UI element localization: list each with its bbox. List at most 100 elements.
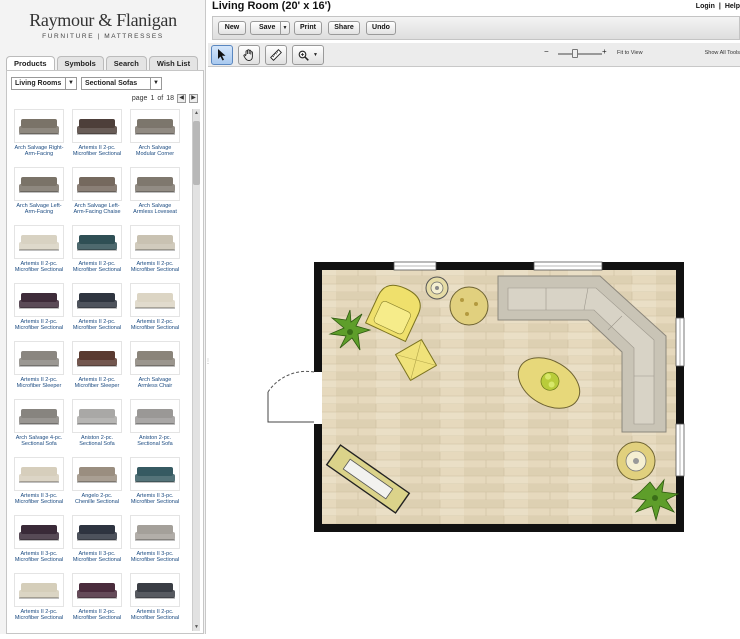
product-caption[interactable]: Artemis II 3-pc. Microfiber Sectional: [69, 551, 125, 564]
product-thumbnail[interactable]: [130, 399, 180, 433]
product-thumbnail[interactable]: [72, 457, 122, 491]
zoom-slider-thumb[interactable]: [572, 49, 578, 58]
product-caption[interactable]: Artemis II 3-pc. Microfiber Sectional: [127, 551, 183, 564]
product-thumbnail[interactable]: [72, 225, 122, 259]
pan-tool-button[interactable]: [238, 45, 260, 65]
product-item[interactable]: Artemis II 3-pc. Microfiber Sectional: [127, 457, 183, 513]
product-scrollbar[interactable]: ▲ ▼: [192, 109, 200, 631]
product-caption[interactable]: Arch Salvage 4-pc. Sectional Sofa: [11, 435, 67, 448]
product-caption[interactable]: Artemis II 2-pc. Microfiber Sectional: [69, 609, 125, 622]
product-thumbnail[interactable]: [130, 167, 180, 201]
window[interactable]: [393, 261, 437, 271]
product-thumbnail[interactable]: [14, 573, 64, 607]
product-item[interactable]: Artemis II 2-pc. Microfiber Sleeper: [69, 341, 125, 397]
side-table[interactable]: [425, 276, 449, 300]
product-thumbnail[interactable]: [130, 341, 180, 375]
tab-symbols[interactable]: Symbols: [56, 56, 104, 70]
scrollbar-thumb[interactable]: [193, 121, 200, 185]
product-item[interactable]: Artemis II 2-pc. Microfiber Sleeper: [11, 341, 67, 397]
room-canvas[interactable]: [208, 68, 740, 639]
floor-plan[interactable]: [208, 68, 740, 634]
product-thumbnail[interactable]: [72, 515, 122, 549]
product-thumbnail[interactable]: [72, 399, 122, 433]
chevron-down-icon[interactable]: ▼: [313, 52, 318, 58]
next-page-icon[interactable]: ▶: [189, 94, 198, 103]
product-caption[interactable]: Artemis II 2-pc. Microfiber Sectional: [127, 609, 183, 622]
product-caption[interactable]: Artemis II 2-pc. Microfiber Sectional: [11, 261, 67, 274]
product-item[interactable]: Arch Salvage Right- Arm-Facing: [11, 109, 67, 165]
product-caption[interactable]: Artemis II 3-pc. Microfiber Sectional: [127, 493, 183, 506]
product-thumbnail[interactable]: [72, 573, 122, 607]
product-thumbnail[interactable]: [130, 573, 180, 607]
product-item[interactable]: Arch Salvage Armless Loveseat: [127, 167, 183, 223]
product-caption[interactable]: Arch Salvage Armless Loveseat: [127, 203, 183, 216]
product-caption[interactable]: Artemis II 2-pc. Microfiber Sectional: [127, 319, 183, 332]
product-thumbnail[interactable]: [72, 341, 122, 375]
product-item[interactable]: Artemis II 3-pc. Microfiber Sectional: [127, 515, 183, 571]
product-thumbnail[interactable]: [130, 109, 180, 143]
brand-logo[interactable]: Raymour & Flanigan FURNITURE | MATTRESSE…: [0, 10, 206, 40]
product-item[interactable]: Artemis II 2-pc. Microfiber Sectional: [11, 573, 67, 629]
product-item[interactable]: Artemis II 2-pc. Microfiber Sectional: [69, 573, 125, 629]
round-table[interactable]: [449, 286, 489, 326]
tab-wish-list[interactable]: Wish List: [148, 56, 199, 70]
product-item[interactable]: Arch Salvage 4-pc. Sectional Sofa: [11, 399, 67, 455]
product-item[interactable]: Artemis II 3-pc. Microfiber Sectional: [11, 515, 67, 571]
product-item[interactable]: Arch Salvage Armless Chair: [127, 341, 183, 397]
fit-to-view-link[interactable]: Fit to View: [617, 50, 643, 56]
product-thumbnail[interactable]: [72, 283, 122, 317]
undo-button[interactable]: Undo: [366, 21, 396, 35]
product-caption[interactable]: Artemis II 2-pc. Microfiber Sleeper: [11, 377, 67, 390]
product-caption[interactable]: Arch Salvage Left- Arm-Facing: [11, 203, 67, 216]
product-caption[interactable]: Artemis II 2-pc. Microfiber Sleeper: [69, 377, 125, 390]
product-thumbnail[interactable]: [130, 457, 180, 491]
product-caption[interactable]: Aniston 2-pc. Sectional Sofa: [127, 435, 183, 448]
product-thumbnail[interactable]: [130, 225, 180, 259]
scroll-up-icon[interactable]: ▲: [193, 109, 200, 117]
window[interactable]: [675, 423, 685, 477]
product-item[interactable]: Artemis II 2-pc. Microfiber Sectional: [127, 225, 183, 281]
product-caption[interactable]: Aniston 2-pc. Sectional Sofa: [69, 435, 125, 448]
select-tool-button[interactable]: [211, 45, 233, 65]
new-button[interactable]: New: [218, 21, 246, 35]
end-table-lamp[interactable]: [616, 441, 656, 481]
product-caption[interactable]: Artemis II 2-pc. Microfiber Sectional: [127, 261, 183, 274]
tab-products[interactable]: Products: [6, 56, 55, 70]
product-item[interactable]: Artemis II 2-pc. Microfiber Sectional: [127, 283, 183, 339]
share-button[interactable]: Share: [328, 21, 360, 35]
product-caption[interactable]: Artemis II 3-pc. Microfiber Sectional: [11, 493, 67, 506]
save-button[interactable]: Save ▼: [250, 21, 290, 35]
product-caption[interactable]: Angelo 2-pc. Chenille Sectional: [69, 493, 125, 506]
show-all-tools-link[interactable]: Show All Tools: [705, 50, 740, 56]
zoom-in-button[interactable]: +: [602, 47, 607, 56]
product-item[interactable]: Artemis II 2-pc. Microfiber Sectional: [127, 573, 183, 629]
measure-tool-button[interactable]: [265, 45, 287, 65]
product-thumbnail[interactable]: [130, 515, 180, 549]
category-select[interactable]: Sectional Sofas ▼: [81, 77, 162, 90]
tab-search[interactable]: Search: [105, 56, 147, 70]
product-thumbnail[interactable]: [130, 283, 180, 317]
product-item[interactable]: Artemis II 3-pc. Microfiber Sectional: [11, 457, 67, 513]
product-item[interactable]: Artemis II 2-pc. Microfiber Sectional: [69, 109, 125, 165]
zoom-out-button[interactable]: −: [544, 47, 549, 56]
product-item[interactable]: Angelo 2-pc. Chenille Sectional: [69, 457, 125, 513]
product-item[interactable]: Artemis II 2-pc. Microfiber Sectional: [11, 225, 67, 281]
login-link[interactable]: Login: [696, 3, 715, 10]
product-caption[interactable]: Artemis II 2-pc. Microfiber Sectional: [69, 145, 125, 158]
product-caption[interactable]: Artemis II 2-pc. Microfiber Sectional: [11, 319, 67, 332]
product-thumbnail[interactable]: [14, 457, 64, 491]
zoom-slider-track[interactable]: [558, 53, 602, 55]
print-button[interactable]: Print: [294, 21, 322, 35]
previous-page-icon[interactable]: ◀: [177, 94, 186, 103]
product-item[interactable]: Artemis II 2-pc. Microfiber Sectional: [69, 283, 125, 339]
product-caption[interactable]: Arch Salvage Modular Corner: [127, 145, 183, 158]
product-caption[interactable]: Artemis II 2-pc. Microfiber Sectional: [69, 319, 125, 332]
product-thumbnail[interactable]: [72, 109, 122, 143]
product-item[interactable]: Arch Salvage Left- Arm-Facing Chaise: [69, 167, 125, 223]
product-item[interactable]: Artemis II 3-pc. Microfiber Sectional: [69, 515, 125, 571]
zoom-tool-button[interactable]: ▼: [292, 45, 324, 65]
product-thumbnail[interactable]: [14, 109, 64, 143]
product-caption[interactable]: Arch Salvage Left- Arm-Facing Chaise: [69, 203, 125, 216]
product-item[interactable]: Aniston 2-pc. Sectional Sofa: [127, 399, 183, 455]
scroll-down-icon[interactable]: ▼: [193, 623, 200, 631]
